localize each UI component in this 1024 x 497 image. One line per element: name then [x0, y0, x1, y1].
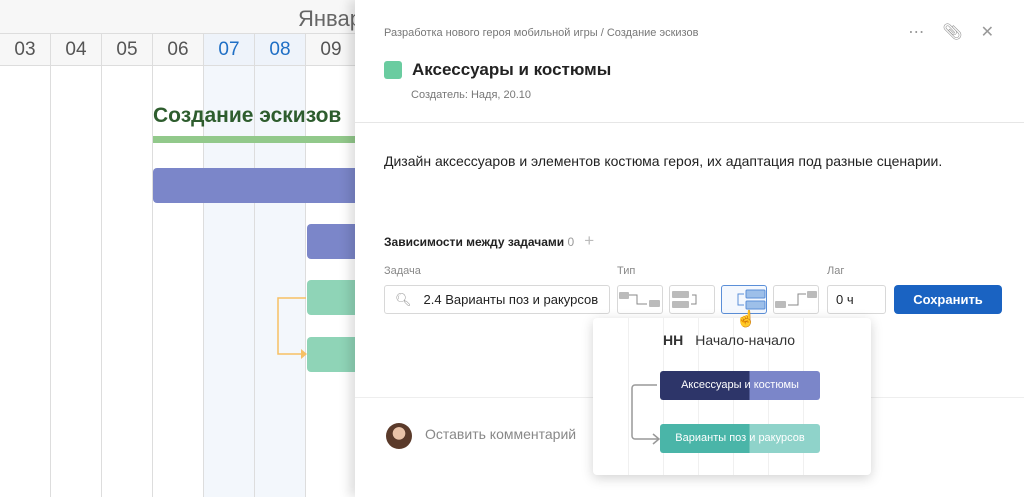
comment-input[interactable]: Оставить комментарий	[425, 426, 576, 442]
task-label: Задача	[384, 265, 421, 277]
creator-info: Создатель: Надя, 20.10	[411, 89, 532, 101]
dependency-arrow-icon	[631, 384, 661, 445]
task-description[interactable]: Дизайн аксессуаров и элементов костюма г…	[384, 153, 942, 169]
dependency-arrow	[277, 297, 307, 359]
day-label: 06	[153, 34, 203, 66]
lag-input[interactable]: 0 ч	[827, 285, 886, 314]
dependencies-heading: Зависимости между задачами 0 +	[384, 231, 594, 251]
day-label: 09	[306, 34, 356, 66]
hand-cursor-icon: ☝	[736, 311, 756, 328]
tooltip-name: Начало-начало	[695, 332, 796, 348]
add-dependency-button[interactable]: +	[584, 231, 594, 250]
tooltip-code: НН	[663, 332, 684, 348]
day-label: 08	[255, 34, 305, 66]
day-column: 04	[51, 34, 102, 497]
day-label: 07	[204, 34, 254, 66]
tooltip-bar-predecessor: Аксессуары и костюмы	[660, 371, 820, 400]
more-icon[interactable]: ⋯	[908, 22, 924, 42]
day-label: 05	[102, 34, 152, 66]
divider	[355, 122, 1024, 123]
group-title: Создание эскизов	[153, 104, 342, 127]
gantt-chart: Январь 03 04 05 06 07 08 09 Создание эск…	[0, 0, 373, 497]
tooltip-title: НН Начало-начало	[663, 332, 795, 348]
group-bar	[153, 136, 363, 143]
task-search-input[interactable]: 🔍︎ 2.4 Варианты поз и ракурсов	[384, 285, 610, 314]
tooltip-bar-successor: Варианты поз и ракурсов	[660, 424, 820, 453]
type-finish-to-finish-button[interactable]	[669, 285, 715, 314]
search-icon: 🔍︎	[395, 291, 412, 307]
save-button[interactable]: Сохранить	[894, 285, 1002, 314]
month-header: Январь	[0, 0, 373, 34]
close-icon[interactable]: ✕	[981, 22, 994, 42]
day-label: 04	[51, 34, 101, 66]
dependency-type-tooltip: НН Начало-начало Аксессуары и костюмы Вар…	[593, 318, 871, 475]
breadcrumb[interactable]: Разработка нового героя мобильной игры /…	[384, 27, 698, 39]
dependencies-title: Зависимости между задачами	[384, 235, 565, 249]
type-start-to-finish-button[interactable]	[773, 285, 819, 314]
task-search-value: 2.4 Варианты поз и ракурсов	[423, 292, 599, 307]
task-bar[interactable]	[153, 168, 363, 203]
day-label: 03	[0, 34, 50, 66]
paperclip-icon[interactable]: 📎︎	[942, 22, 962, 42]
task-title[interactable]: Аксессуары и костюмы	[412, 60, 611, 80]
type-label: Тип	[617, 265, 636, 277]
day-column: 05	[102, 34, 153, 497]
task-color-marker[interactable]	[384, 61, 402, 79]
lag-label: Лаг	[827, 265, 845, 277]
avatar	[386, 423, 412, 449]
day-column: 03	[0, 34, 51, 497]
dependencies-count: 0	[567, 235, 575, 249]
type-finish-to-start-button[interactable]	[617, 285, 663, 314]
